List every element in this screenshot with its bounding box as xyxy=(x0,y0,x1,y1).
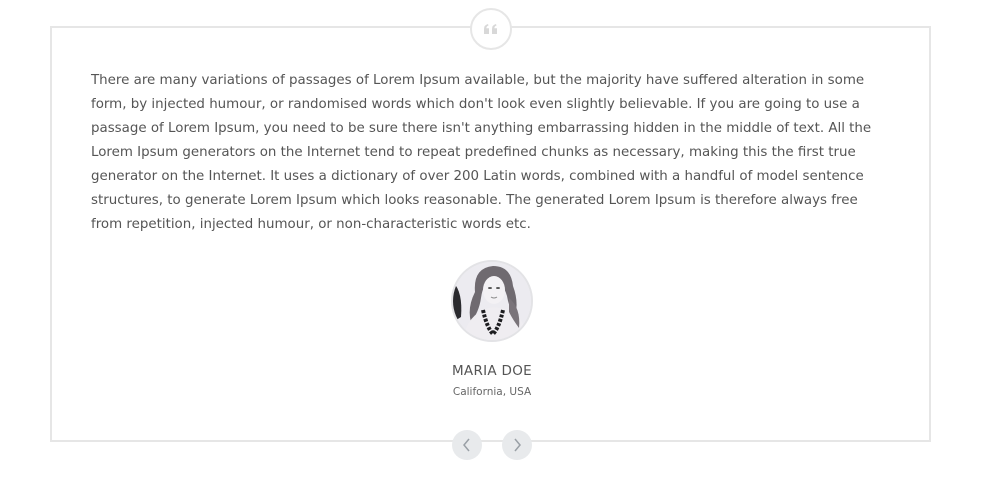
author-location: California, USA xyxy=(452,386,532,398)
quote-icon xyxy=(470,8,512,50)
prev-button[interactable] xyxy=(452,430,482,460)
next-button[interactable] xyxy=(502,430,532,460)
chevron-right-icon xyxy=(514,438,521,452)
chevron-left-icon xyxy=(463,438,470,452)
author-name: MARIA DOE xyxy=(451,363,533,379)
testimonial-text: There are many variations of passages of… xyxy=(91,73,872,232)
avatar xyxy=(451,260,533,342)
